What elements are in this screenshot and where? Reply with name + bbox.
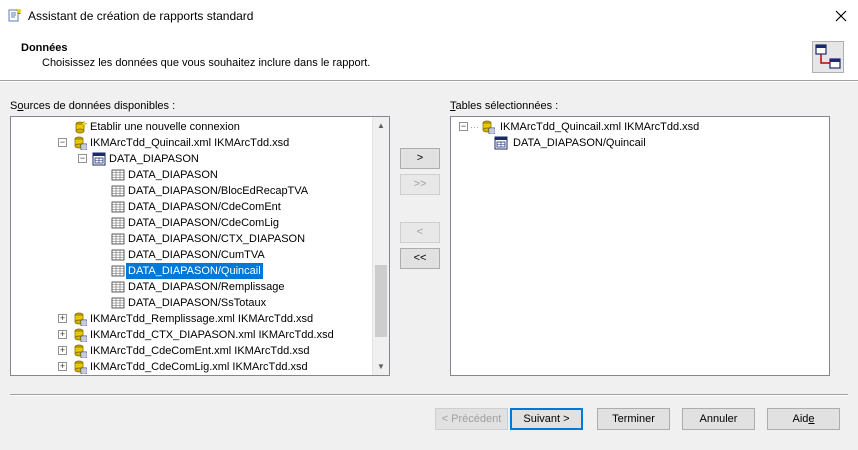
remove-all-tables-button[interactable]: << [400,248,440,269]
table-icon [111,201,125,213]
tree-item-table[interactable]: DATA_DIAPASON/SsTotaux [11,295,371,311]
table-icon [111,233,125,245]
remove-table-button[interactable]: < [400,222,440,243]
collapse-icon[interactable]: − [58,138,67,147]
selected-tables-label: Tables sélectionnées : [450,100,559,112]
table-icon [111,185,125,197]
close-button[interactable] [824,0,858,31]
collapse-icon[interactable]: − [459,122,468,131]
tree-item-table-group[interactable]: − DATA_DIAPASON [11,151,371,167]
database-icon [482,120,495,134]
sources-label: Sources de données disponibles : [10,100,176,112]
tree-item-table-selected[interactable]: DATA_DIAPASON/Quincail [11,263,371,279]
tree-item-table[interactable]: DATA_DIAPASON/CumTVA [11,247,371,263]
new-connection-icon [75,120,87,134]
tree-item-table[interactable]: DATA_DIAPASON/CTX_DIAPASON [11,231,371,247]
scroll-down-icon[interactable]: ▼ [373,358,389,375]
table-icon [111,265,125,277]
expand-icon[interactable]: + [58,362,67,371]
database-icon [74,312,87,326]
wizard-header: Données Choisissez les données que vous … [0,31,858,81]
page-title: Données [21,42,68,54]
database-icon [74,328,87,342]
scroll-thumb[interactable] [375,265,387,337]
tree-item-table[interactable]: DATA_DIAPASON/Remplissage [11,279,371,295]
database-icon [74,344,87,358]
close-icon [835,10,847,21]
table-icon [111,217,125,229]
data-link-icon [812,41,844,73]
tree-item-datasource[interactable]: + IKMArcTdd_CTX_DIAPASON.xml IKMArcTdd.x… [11,327,371,343]
tree-item-selected-datasource[interactable]: − ··· IKMArcTdd_Quincail.xml IKMArcTdd.x… [451,119,821,135]
window-title: Assistant de création de rapports standa… [28,9,254,23]
tree-item-table[interactable]: DATA_DIAPASON/CdeComEnt [11,199,371,215]
scroll-up-icon[interactable]: ▲ [373,117,389,134]
page-description: Choisissez les données que vous souhaite… [42,57,371,69]
database-icon [74,136,87,150]
tree-item-datasource[interactable]: + IKMArcTdd_CdeComEnt.xml IKMArcTdd.xsd [11,343,371,359]
tree-item-selected-table[interactable]: DATA_DIAPASON/Quincail [451,135,821,151]
previous-button[interactable]: < Précédent [435,408,508,430]
sources-scrollbar[interactable]: ▲ ▼ [372,117,389,375]
cancel-button[interactable]: Annuler [682,408,755,430]
table-icon [111,297,125,309]
database-icon [74,360,87,374]
wizard-body: Sources de données disponibles : Tables … [0,82,858,450]
tree-item-table[interactable]: DATA_DIAPASON/BlocEdRecapTVA [11,183,371,199]
footer-separator [10,394,848,396]
tree-item-new-connection[interactable]: Etablir une nouvelle connexion [11,119,371,135]
tree-item-table[interactable]: DATA_DIAPASON/CdeComLig [11,215,371,231]
wizard-app-icon [8,9,21,22]
expand-icon[interactable]: + [58,314,67,323]
next-button[interactable]: Suivant > [510,408,583,430]
expand-icon[interactable]: + [58,346,67,355]
collapse-icon[interactable]: − [78,154,87,163]
table-group-icon [92,152,106,166]
tree-item-datasource[interactable]: + IKMArcTdd_CdeComLig.xml IKMArcTdd.xsd [11,359,371,375]
add-table-button[interactable]: > [400,148,440,169]
table-icon [111,249,125,261]
tree-item-table[interactable]: DATA_DIAPASON [11,167,371,183]
table-icon [111,169,125,181]
tree-item-datasource[interactable]: − IKMArcTdd_Quincail.xml IKMArcTdd.xsd [11,135,371,151]
expand-icon[interactable]: + [58,330,67,339]
table-icon [111,281,125,293]
finish-button[interactable]: Terminer [597,408,670,430]
tree-item-datasource[interactable]: + IKMArcTdd_Remplissage.xml IKMArcTdd.xs… [11,311,371,327]
add-all-tables-button[interactable]: >> [400,174,440,195]
sources-tree[interactable]: Etablir une nouvelle connexion − IKMArcT… [10,116,390,376]
title-bar: Assistant de création de rapports standa… [0,0,858,31]
tree-connector: ··· [470,122,479,132]
help-button[interactable]: Aide [767,408,840,430]
selected-tables-tree[interactable]: − ··· IKMArcTdd_Quincail.xml IKMArcTdd.x… [450,116,830,376]
table-group-icon [494,136,508,150]
